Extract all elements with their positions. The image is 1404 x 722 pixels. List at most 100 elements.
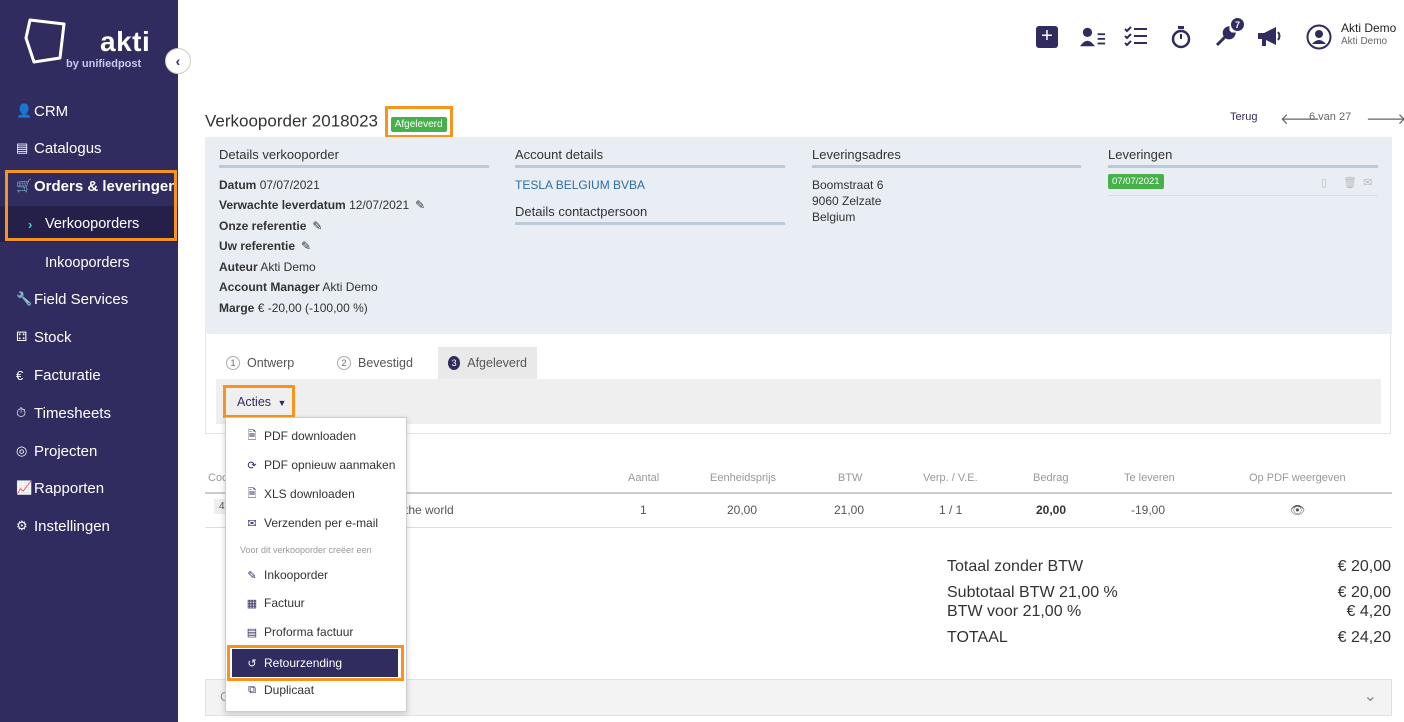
btw-value: € 4,20 [1346, 603, 1391, 620]
status-badge: Afgeleverd [390, 117, 447, 132]
pencil-icon[interactable]: ✎ [312, 219, 322, 233]
detail-value: 12/07/2021 [349, 198, 410, 212]
back-link[interactable]: Terug [1230, 111, 1258, 123]
sidebar-item-stock[interactable]: ⚃ Stock [0, 319, 178, 355]
sidebar-item-instellingen[interactable]: ⚙ Instellingen [0, 508, 178, 544]
page-title-text: Verkooporder 2018023 [205, 111, 378, 131]
trash-icon[interactable]: 🗑 [1343, 176, 1357, 189]
col-header-aantal[interactable]: Aantal [628, 472, 659, 484]
address-line: Boomstraat 6 [812, 178, 884, 192]
akti-logo-icon[interactable] [24, 18, 70, 69]
menu-item-xls-downloaden[interactable]: 🗎 XLS downloaden [226, 480, 404, 508]
row-te-leveren: -19,00 [1131, 503, 1166, 517]
sidebar-item-label: Catalogus [34, 139, 102, 157]
account-title: Account details [515, 147, 604, 162]
acties-button[interactable]: Acties ▼ [237, 395, 286, 409]
pencil-icon[interactable]: ✎ [301, 239, 311, 253]
actions-dropdown-menu: 🗎 PDF downloaden ⟳ PDF opnieuw aanmaken 🗎 X… [225, 417, 407, 712]
detail-account-manager: Account Manager Akti Demo [219, 280, 378, 294]
col-header-op-pdf[interactable]: Op PDF weergeven [1249, 472, 1346, 484]
divider [1108, 195, 1378, 196]
menu-item-label: Verzenden per e-mail [264, 516, 379, 530]
sidebar-item-timesheets[interactable]: ⏱ Timesheets [0, 395, 178, 431]
info-panel: Details verkooporder Datum 07/07/2021 Ve… [205, 137, 1392, 334]
cart-icon: 🛒 [16, 178, 33, 193]
row-description: the world [405, 503, 454, 517]
brand-name: akti [100, 26, 151, 57]
sidebar-item-label: Projecten [34, 442, 98, 460]
tab-number: 2 [337, 356, 351, 370]
menu-item-retourzending[interactable]: ↺ Retourzending [232, 649, 398, 677]
pencil-icon[interactable]: ✎ [415, 198, 425, 212]
user-company: Akti Demo [1341, 36, 1388, 47]
tab-ontwerp[interactable]: 1 Ontwerp [216, 347, 304, 379]
sidebar-item-crm[interactable]: 👤 CRM [0, 93, 178, 129]
menu-item-proforma-factuur[interactable]: ▤ Proforma factuur [226, 618, 404, 646]
row-aantal: 1 [640, 503, 647, 517]
detail-uw-referentie: Uw referentie ✎ [219, 239, 311, 253]
cubes-icon: ⚃ [16, 329, 28, 344]
divider [515, 222, 785, 225]
subtotaal-value: € 20,00 [1337, 584, 1391, 601]
sidebar-item-facturatie[interactable]: € Facturatie [0, 357, 178, 393]
col-header-te-leveren[interactable]: Te leveren [1124, 472, 1175, 484]
sidebar-collapse-button[interactable]: ‹ [165, 48, 191, 74]
tools-icon[interactable]: 7 [1212, 18, 1244, 50]
menu-item-label: Factuur [264, 596, 305, 610]
menu-item-factuur[interactable]: ▦ Factuur [226, 589, 404, 617]
sidebar-item-inkooporders[interactable]: Inkooporders [0, 245, 178, 281]
detail-label: Account Manager [219, 280, 320, 294]
tab-bevestigd[interactable]: 2 Bevestigd [327, 347, 423, 379]
row-btw: 21,00 [834, 503, 865, 517]
menu-item-pdf-downloaden[interactable]: 🗎 PDF downloaden [226, 422, 404, 450]
sidebar-item-label: Instellingen [34, 517, 110, 535]
sidebar-item-label: Inkooporders [45, 255, 130, 271]
sidebar-item-verkooporders[interactable]: › Verkooporders [0, 206, 178, 242]
sidebar-item-field-services[interactable]: 🔧 Field Services [0, 281, 178, 317]
contacts-icon[interactable] [1080, 24, 1106, 50]
menu-item-label: Inkooporder [264, 568, 329, 582]
delivery-date-badge[interactable]: 07/07/2021 [1108, 174, 1164, 189]
account-company-link[interactable]: TESLA BELGIUM BVBA [515, 178, 645, 192]
sidebar-item-rapporten[interactable]: 📈 Rapporten [0, 470, 178, 506]
menu-item-verzenden-email[interactable]: ✉ Verzenden per e-mail [226, 509, 404, 537]
brand-tagline: by unifiedpost [66, 58, 142, 70]
refresh-icon: ⟳ [247, 459, 257, 472]
notification-badge: 7 [1231, 18, 1244, 31]
sidebar-item-orders[interactable]: 🛒 Orders & leveringen [0, 168, 178, 204]
pdf-icon[interactable]: ▯ [1321, 176, 1327, 189]
col-header-eenheidsprijs[interactable]: Eenheidsprijs [710, 472, 776, 484]
sidebar-item-label: Timesheets [34, 404, 111, 422]
avatar[interactable] [1306, 24, 1332, 50]
detail-leverdatum: Verwachte leverdatum 12/07/2021 ✎ [219, 198, 425, 212]
tab-afgeleverd[interactable]: 3 Afgeleverd [438, 347, 537, 379]
col-header-verp[interactable]: Verp. / V.E. [923, 472, 978, 484]
divider [812, 165, 1081, 168]
sidebar: akti by unifiedpost 👤 CRM ▤ Catalogus 🛒 … [0, 0, 178, 722]
euro-icon: € [16, 367, 24, 383]
subtotaal-label: Subtotaal BTW 21,00 % [947, 584, 1118, 601]
sidebar-item-projecten[interactable]: ◎ Projecten [0, 433, 178, 469]
address-line: Belgium [812, 210, 856, 224]
add-button[interactable]: + [1034, 24, 1060, 50]
copy-icon: ⧉ [248, 683, 256, 696]
sidebar-item-catalogus[interactable]: ▤ Catalogus [0, 130, 178, 166]
menu-item-duplicaat[interactable]: ⧉ Duplicaat [226, 676, 404, 704]
detail-label: Auteur [219, 260, 258, 274]
stopwatch-icon[interactable] [1168, 24, 1194, 50]
col-header-bedrag[interactable]: Bedrag [1033, 472, 1068, 484]
col-header-btw[interactable]: BTW [838, 472, 862, 484]
book-icon: ▤ [16, 140, 29, 155]
menu-item-pdf-opnieuw[interactable]: ⟳ PDF opnieuw aanmaken [226, 451, 404, 479]
user-name[interactable]: Akti Demo [1341, 21, 1396, 35]
megaphone-icon[interactable] [1256, 24, 1282, 50]
totaal-value: € 24,20 [1337, 629, 1391, 646]
tab-label: Bevestigd [358, 356, 413, 370]
eye-icon[interactable]: 👁 [1290, 503, 1305, 517]
arrow-right-icon[interactable]: 🡒 [1366, 109, 1404, 128]
envelope-icon[interactable]: ✉ [1363, 176, 1372, 189]
menu-item-label: XLS downloaden [264, 487, 355, 501]
tasks-icon[interactable] [1123, 24, 1149, 50]
menu-item-inkooporder[interactable]: ✎ Inkooporder [226, 561, 404, 589]
row-verp: 1 / 1 [939, 503, 963, 517]
